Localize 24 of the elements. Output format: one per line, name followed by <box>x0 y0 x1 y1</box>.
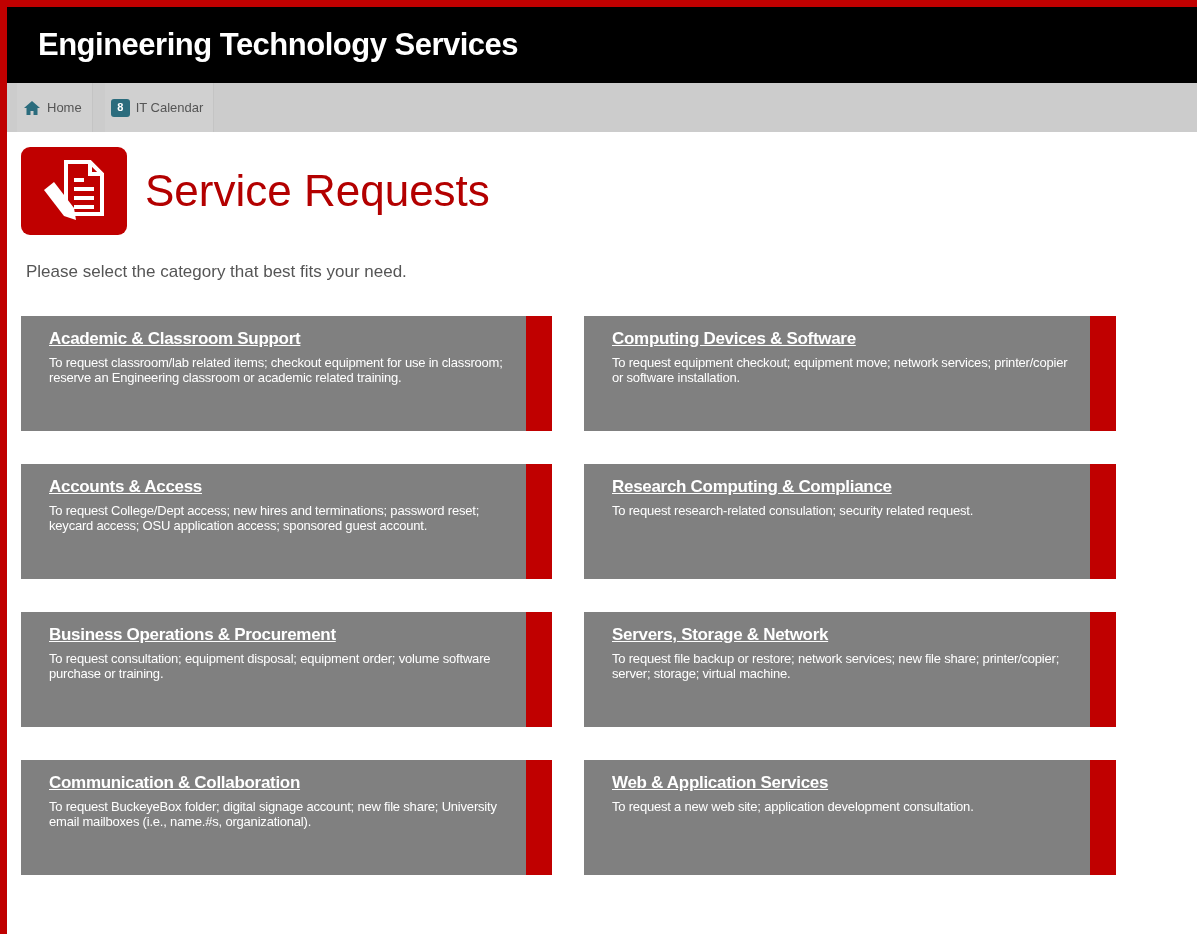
category-description: To request BuckeyeBox folder; digital signage account; new file share; University email mailboxes (i.e., name.#s, organizational). <box>49 798 498 829</box>
category-description: To request research-related consulation; security related request. <box>612 502 974 518</box>
category-description: To request equipment checkout; equipment move; network services; printer/copier or software installation. <box>612 354 1068 385</box>
category-link[interactable]: Communication & Collaboration <box>49 771 301 794</box>
site-title: Engineering Technology Services <box>38 25 519 64</box>
nav-link[interactable]: Home <box>17 83 93 132</box>
category-description: To request College/Dept access; new hires and terminations; password reset; keycard access; OSU application access; sponsored guest account. <box>49 502 481 533</box>
category-description: To request classroom/lab related items; checkout equipment for use in classroom; reserve an Engineering classroom or academic related training. <box>49 354 504 385</box>
category-link[interactable]: Research Computing & Compliance <box>612 475 892 498</box>
category-description: To request a new web site; application development consultation. <box>612 798 974 814</box>
nav-link[interactable]: 8 IT Calendar <box>104 83 215 132</box>
home-icon <box>23 99 41 116</box>
category-link[interactable]: Computing Devices & Software <box>612 327 856 350</box>
category-description: To request consultation; equipment disposal; equipment order; volume software purchase or training. <box>49 650 492 681</box>
category-link[interactable]: Web & Application Services <box>612 771 829 794</box>
page-title: Service Requests <box>145 165 490 217</box>
calendar-icon: 8 <box>110 98 130 117</box>
document-edit-icon <box>21 147 127 235</box>
category-link[interactable]: Accounts & Access <box>49 475 202 498</box>
category-description: To request file backup or restore; network services; new file share; printer/copier; server; storage; virtual machine. <box>612 650 1061 681</box>
category-link[interactable]: Business Operations & Procurement <box>49 623 336 646</box>
intro-text: Please select the category that best fits your need. <box>25 261 408 283</box>
category-link[interactable]: Academic & Classroom Support <box>49 327 301 350</box>
category-link[interactable]: Servers, Storage & Network <box>612 623 829 646</box>
